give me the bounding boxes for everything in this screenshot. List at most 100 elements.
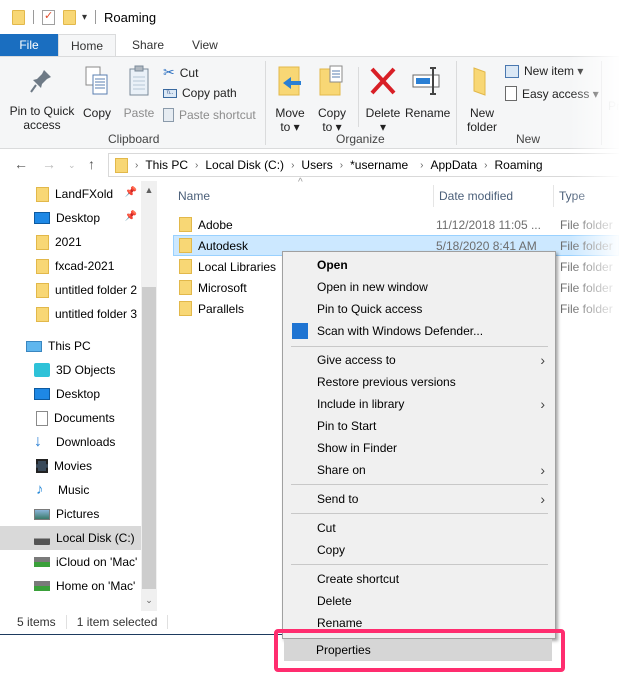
scroll-down-arrow[interactable]: ⌄: [141, 595, 157, 606]
scrollbar-thumb[interactable]: [142, 287, 156, 589]
menu-item-label: Give access to: [317, 353, 396, 367]
menu-separator: [291, 564, 548, 565]
breadcrumb-separator[interactable]: ›: [135, 160, 138, 171]
column-header-name[interactable]: Name: [178, 181, 210, 211]
pin-icon[interactable]: 📌: [125, 187, 137, 198]
menu-item-give-access-to[interactable]: Give access to ›: [285, 349, 553, 371]
move-to-button[interactable]: Move to ▾: [272, 65, 308, 134]
sidebar-scrollbar[interactable]: ▲ ⌄: [141, 181, 157, 611]
column-divider[interactable]: [553, 185, 554, 207]
folder-icon: [36, 234, 49, 250]
sidebar-item-label: This PC: [48, 339, 91, 353]
sidebar-item-local-disk[interactable]: Local Disk (C:): [0, 526, 141, 550]
sidebar-item-landfxold[interactable]: LandFXold 📌: [0, 182, 141, 206]
folder-icon: [179, 259, 192, 274]
menu-item-open-in-new-window[interactable]: Open in new window: [285, 276, 553, 298]
column-divider[interactable]: [433, 185, 434, 207]
sidebar-item-label: iCloud on 'Mac': [56, 555, 138, 569]
tab-home[interactable]: Home: [58, 34, 116, 56]
sidebar-item-documents[interactable]: Documents: [0, 406, 141, 430]
sidebar-item-2021[interactable]: 2021: [0, 230, 141, 254]
up-button[interactable]: ↑: [88, 156, 95, 172]
back-button[interactable]: ←: [14, 156, 28, 172]
menu-item-pin-to-quick-access[interactable]: Pin to Quick access: [285, 298, 553, 320]
breadcrumb-this-pc[interactable]: This PC: [145, 158, 188, 172]
sidebar-item-desktop[interactable]: Desktop: [0, 382, 141, 406]
menu-item-scan-with-windows-defender[interactable]: Scan with Windows Defender...: [285, 320, 553, 342]
menu-item-pin-to-start[interactable]: Pin to Start: [285, 415, 553, 437]
movies-icon: [36, 459, 48, 473]
copy-to-button[interactable]: Copy to ▾: [314, 65, 350, 134]
customize-quick-access-icon[interactable]: ▾: [82, 12, 87, 23]
sort-ascending-icon: ^: [298, 177, 303, 188]
delete-label: Delete: [365, 106, 401, 120]
menu-item-label: Share on: [317, 463, 366, 477]
cut-button[interactable]: ✂ Cut: [163, 64, 198, 81]
properties-quick-icon[interactable]: [42, 9, 55, 25]
breadcrumb-users[interactable]: Users: [301, 158, 332, 172]
sidebar-item-untitled-folder-3[interactable]: untitled folder 3: [0, 302, 141, 326]
menu-item-open[interactable]: Open: [285, 254, 553, 276]
sidebar-item-home-on-mac[interactable]: Home on 'Mac': [0, 574, 141, 598]
properties-ribbon-button[interactable]: Pr: [608, 99, 619, 113]
breadcrumb-separator[interactable]: ›: [195, 160, 198, 171]
menu-item-share-on[interactable]: Share on ›: [285, 459, 553, 481]
breadcrumb-separator[interactable]: ›: [484, 160, 487, 171]
recent-locations-button[interactable]: ⌄: [68, 160, 76, 171]
paste-button[interactable]: Paste: [122, 65, 156, 120]
sidebar-item-pictures[interactable]: Pictures: [0, 502, 141, 526]
tab-share[interactable]: Share: [116, 34, 164, 56]
breadcrumb-separator[interactable]: ›: [340, 160, 343, 171]
sidebar-item-3d-objects[interactable]: 3D Objects: [0, 358, 141, 382]
copy-path-button[interactable]: \\.. Copy path: [163, 86, 237, 100]
scroll-up-arrow[interactable]: ▲: [141, 185, 157, 195]
sidebar-item-untitled-folder-2[interactable]: untitled folder 2: [0, 278, 141, 302]
easy-access-button[interactable]: Easy access ▾: [505, 86, 599, 101]
sidebar-item-downloads[interactable]: ↓ Downloads: [0, 430, 141, 454]
copy-button[interactable]: Copy: [80, 65, 114, 120]
tab-view[interactable]: View: [164, 34, 218, 56]
sidebar-item-movies[interactable]: Movies: [0, 454, 141, 478]
breadcrumb-local-disk[interactable]: Local Disk (C:): [205, 158, 284, 172]
new-item-button[interactable]: New item ▾: [505, 64, 583, 78]
delete-button[interactable]: Delete ▾: [364, 65, 402, 134]
menu-item-create-shortcut[interactable]: Create shortcut: [285, 568, 553, 590]
menu-item-delete[interactable]: Delete: [285, 590, 553, 612]
menu-item-show-in-finder[interactable]: Show in Finder: [285, 437, 553, 459]
tab-file[interactable]: File: [0, 34, 58, 56]
pin-icon[interactable]: 📌: [125, 211, 137, 222]
pictures-icon: [34, 508, 50, 520]
window-bottom-border: [0, 634, 282, 635]
breadcrumb-roaming[interactable]: Roaming: [495, 158, 543, 172]
menu-item-copy[interactable]: Copy: [285, 539, 553, 561]
new-folder-button[interactable]: New folder: [462, 65, 502, 134]
pin-to-quick-access-button[interactable]: Pin to Quick access: [6, 67, 78, 132]
file-row[interactable]: Adobe 11/12/2018 11:05 ... File folder: [173, 214, 619, 235]
menu-item-send-to[interactable]: Send to ›: [285, 488, 553, 510]
sidebar-item-fxcad-2021[interactable]: fxcad-2021: [0, 254, 141, 278]
breadcrumb-username[interactable]: *username: [350, 158, 408, 172]
paste-shortcut-button[interactable]: Paste shortcut: [163, 108, 256, 122]
menu-item-restore-previous-versions[interactable]: Restore previous versions: [285, 371, 553, 393]
sidebar-item-music[interactable]: ♪ Music: [0, 478, 141, 502]
file-type: File folder: [560, 280, 613, 295]
menu-item-rename[interactable]: Rename: [285, 612, 553, 634]
move-to-label: Move: [275, 106, 305, 120]
sidebar-item-desktop-pinned[interactable]: Desktop 📌: [0, 206, 141, 230]
menu-item-include-in-library[interactable]: Include in library ›: [285, 393, 553, 415]
forward-button[interactable]: →: [42, 156, 56, 172]
item-count: 5 items: [17, 615, 56, 629]
sidebar-item-icloud-on-mac[interactable]: iCloud on 'Mac': [0, 550, 141, 574]
menu-item-properties[interactable]: Properties: [284, 639, 552, 661]
sidebar-item-this-pc[interactable]: This PC: [0, 334, 141, 358]
rename-button[interactable]: Rename: [405, 65, 450, 120]
column-header-date-modified[interactable]: Date modified: [439, 181, 513, 211]
address-bar[interactable]: › This PC › Local Disk (C:) › Users › *u…: [108, 153, 619, 177]
breadcrumb-separator[interactable]: ›: [291, 160, 294, 171]
breadcrumb-separator[interactable]: ›: [420, 160, 423, 171]
breadcrumb-appdata[interactable]: AppData: [430, 158, 477, 172]
divider: [65, 615, 67, 629]
menu-item-cut[interactable]: Cut: [285, 517, 553, 539]
new-folder-quick-icon[interactable]: [63, 9, 76, 25]
column-header-type[interactable]: Type: [559, 181, 585, 211]
